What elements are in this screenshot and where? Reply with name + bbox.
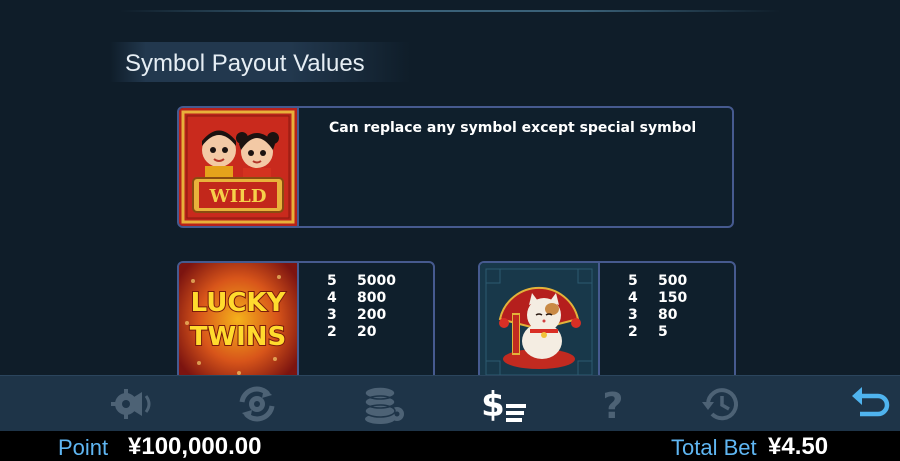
wild-symbol-text: WILD xyxy=(209,186,267,207)
paytable-button[interactable]: $ xyxy=(482,382,532,426)
bottom-toolbar: $ ? xyxy=(0,375,900,432)
lucky-twins-logo-image: LUCKY TWINS xyxy=(179,263,299,389)
history-button[interactable] xyxy=(696,382,746,426)
lucky-cat-symbol-card: 5 500 4 150 3 80 25 xyxy=(478,261,736,391)
section-title-banner: Symbol Payout Values xyxy=(110,42,410,82)
wild-symbol-image: WILD xyxy=(179,108,299,226)
lucky-cat-image xyxy=(480,263,600,389)
payout-row: 5 5000 xyxy=(327,273,396,290)
payout-row: 2 20 xyxy=(327,324,396,341)
chips-settings-icon xyxy=(364,386,404,424)
sound-settings-icon xyxy=(111,389,151,419)
payout-row: 25 xyxy=(628,324,687,341)
total-bet-value: ¥4.50 xyxy=(768,433,829,460)
payout-count: 5 xyxy=(628,273,638,289)
payout-value: 20 xyxy=(357,324,377,340)
back-button[interactable] xyxy=(846,382,896,426)
svg-text:$: $ xyxy=(482,385,505,424)
sound-settings-button[interactable] xyxy=(108,382,158,426)
svg-text:TWINS: TWINS xyxy=(190,322,287,352)
payout-row: 3 200 xyxy=(327,307,396,324)
back-icon xyxy=(852,387,890,417)
svg-text:?: ? xyxy=(603,386,624,424)
chips-settings-button[interactable] xyxy=(358,382,408,426)
payout-count: 2 xyxy=(628,324,638,340)
lucky-cat-payout-table: 5 500 4 150 3 80 25 xyxy=(628,273,687,341)
wild-description: Can replace any symbol except special sy… xyxy=(329,120,697,136)
payout-value: 800 xyxy=(357,290,387,306)
payout-count: 2 xyxy=(327,324,337,340)
help-button[interactable]: ? xyxy=(588,382,638,426)
payout-count: 4 xyxy=(327,290,337,306)
top-divider xyxy=(120,10,780,12)
payout-value: 150 xyxy=(658,290,688,306)
status-footer: Point ¥100,000.00 Total Bet ¥4.50 xyxy=(0,431,900,461)
history-icon xyxy=(702,388,738,421)
payout-value: 5000 xyxy=(357,273,396,289)
payout-count: 3 xyxy=(628,307,638,323)
payout-count: 4 xyxy=(628,290,638,306)
point-label: Point xyxy=(58,435,109,460)
payout-value: 80 xyxy=(658,307,678,323)
payout-row: 5 500 xyxy=(628,273,687,290)
wild-symbol-card: WILD Can replace any symbol except speci… xyxy=(177,106,734,228)
payout-count: 3 xyxy=(327,307,337,323)
payout-row: 4 800 xyxy=(327,290,396,307)
payout-value: 200 xyxy=(357,307,387,323)
lucky-twins-symbol-card: LUCKY TWINS 5 5000 4 800 3 200 2 20 xyxy=(177,261,435,391)
payout-value: 5 xyxy=(658,324,668,340)
autoplay-settings-button[interactable] xyxy=(232,382,282,426)
svg-text:LUCKY: LUCKY xyxy=(191,288,287,318)
total-bet-label: Total Bet xyxy=(671,435,757,460)
paytable-icon: $ xyxy=(482,385,526,424)
lucky-twins-payout-table: 5 5000 4 800 3 200 2 20 xyxy=(327,273,396,341)
payout-row: 4 150 xyxy=(628,290,687,307)
point-value: ¥100,000.00 xyxy=(128,433,262,460)
payout-row: 3 80 xyxy=(628,307,687,324)
payout-value: 500 xyxy=(658,273,688,289)
help-icon: ? xyxy=(603,386,624,424)
autoplay-settings-icon xyxy=(239,386,275,422)
section-title: Symbol Payout Values xyxy=(125,50,365,77)
payout-count: 5 xyxy=(327,273,337,289)
